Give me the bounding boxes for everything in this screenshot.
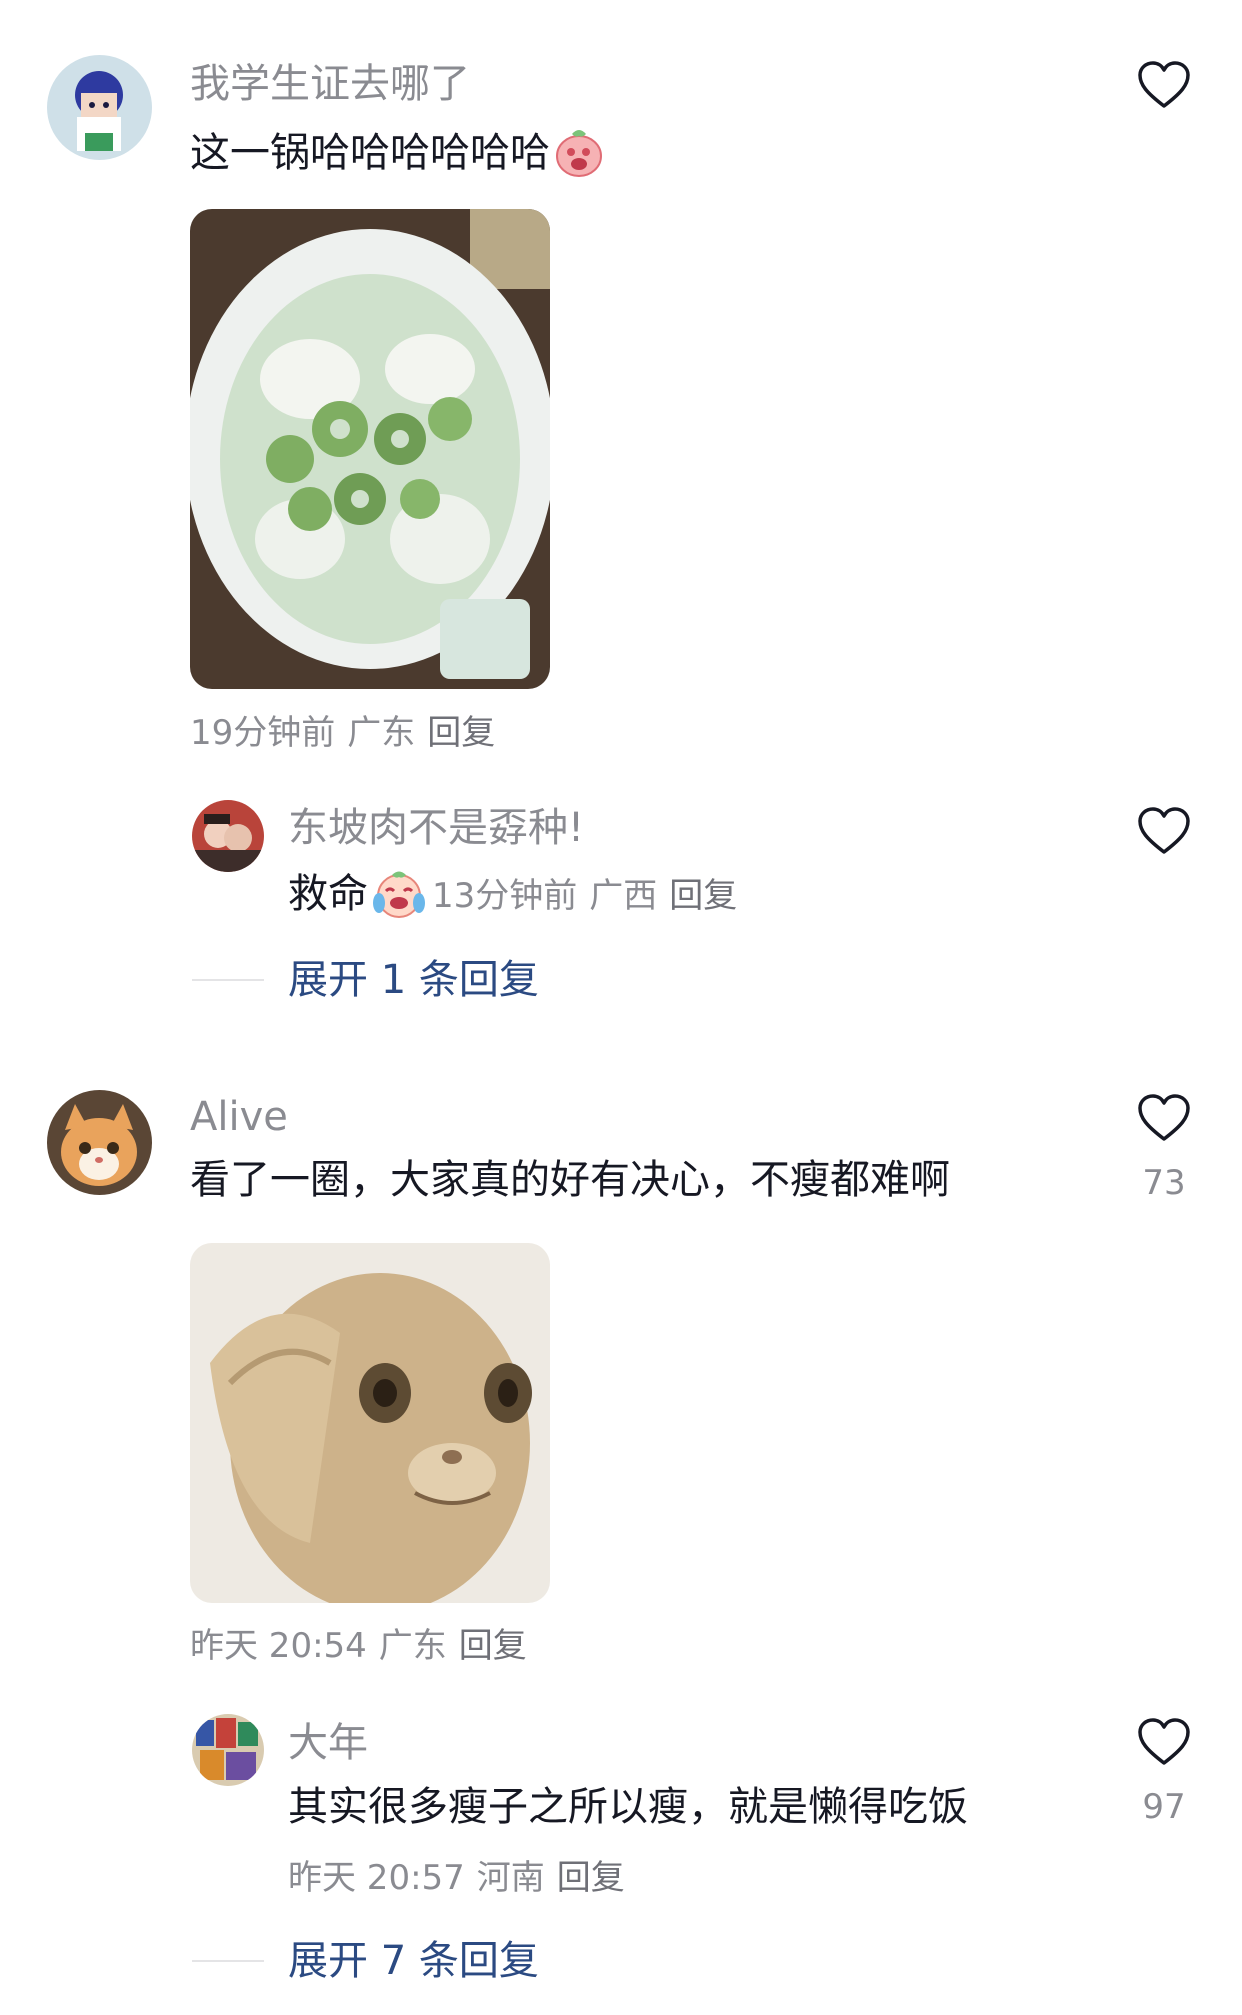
- comment-meta: 19分钟前 广东 回复: [190, 716, 495, 750]
- reply-location: 广西: [589, 876, 658, 916]
- comment-image[interactable]: [190, 209, 550, 689]
- like-heart-icon[interactable]: [1137, 60, 1191, 110]
- reply-meta: 昨天 20:57 河南 回复: [288, 1861, 625, 1895]
- comment-location: 广东: [378, 1626, 447, 1666]
- comment-time: 昨天 20:54: [190, 1626, 367, 1666]
- like-count: 73: [1142, 1163, 1186, 1203]
- comment-username[interactable]: Alive: [190, 1097, 288, 1137]
- laughing-emoji-icon: [554, 128, 604, 178]
- avatar[interactable]: [47, 1090, 152, 1195]
- reply-button[interactable]: 回复: [459, 1626, 527, 1666]
- reply-username[interactable]: 大年: [288, 1723, 368, 1763]
- comment-text: 这一锅哈哈哈哈哈哈: [190, 130, 550, 176]
- reply-reply-button[interactable]: 回复: [557, 1858, 625, 1898]
- reply-text: 救命: [288, 871, 368, 917]
- comment-time: 19分钟前: [190, 713, 336, 753]
- comment-text: 看了一圈，大家真的好有决心，不瘦都难啊: [190, 1157, 950, 1203]
- reply-reply-button[interactable]: 回复: [669, 876, 737, 916]
- comment-image[interactable]: [190, 1243, 550, 1603]
- reply-like-heart-icon[interactable]: [1137, 1717, 1191, 1767]
- comment-meta: 昨天 20:54 广东 回复: [190, 1629, 527, 1663]
- comment-location: 广东: [347, 713, 416, 753]
- reply-username[interactable]: 东坡肉不是孬种!: [288, 808, 584, 848]
- reply-avatar[interactable]: [192, 1714, 264, 1786]
- reply-like-count: 97: [1142, 1787, 1186, 1827]
- reply-location: 河南: [476, 1858, 545, 1898]
- reply-text-row: 救命 13分钟前 广西 回复: [288, 869, 737, 919]
- expand-replies-button[interactable]: 展开 1 条回复: [288, 960, 539, 1000]
- crying-laughing-emoji-icon: [372, 869, 426, 919]
- reply-button[interactable]: 回复: [427, 713, 495, 753]
- reply-avatar[interactable]: [192, 800, 264, 872]
- comment-username[interactable]: 我学生证去哪了: [190, 64, 470, 104]
- expand-replies-button[interactable]: 展开 7 条回复: [288, 1941, 539, 1981]
- expand-divider: [192, 979, 264, 981]
- reply-time: 昨天 20:57: [288, 1858, 465, 1898]
- reply-like-heart-icon[interactable]: [1137, 806, 1191, 856]
- like-heart-icon[interactable]: [1137, 1093, 1191, 1143]
- avatar[interactable]: [47, 55, 152, 160]
- reply-time: 13分钟前: [432, 876, 578, 916]
- comment-text-row: 这一锅哈哈哈哈哈哈: [190, 128, 604, 178]
- expand-divider: [192, 1960, 264, 1962]
- reply-meta: 13分钟前 广西 回复: [432, 879, 737, 913]
- reply-text: 其实很多瘦子之所以瘦，就是懒得吃饭: [288, 1784, 968, 1830]
